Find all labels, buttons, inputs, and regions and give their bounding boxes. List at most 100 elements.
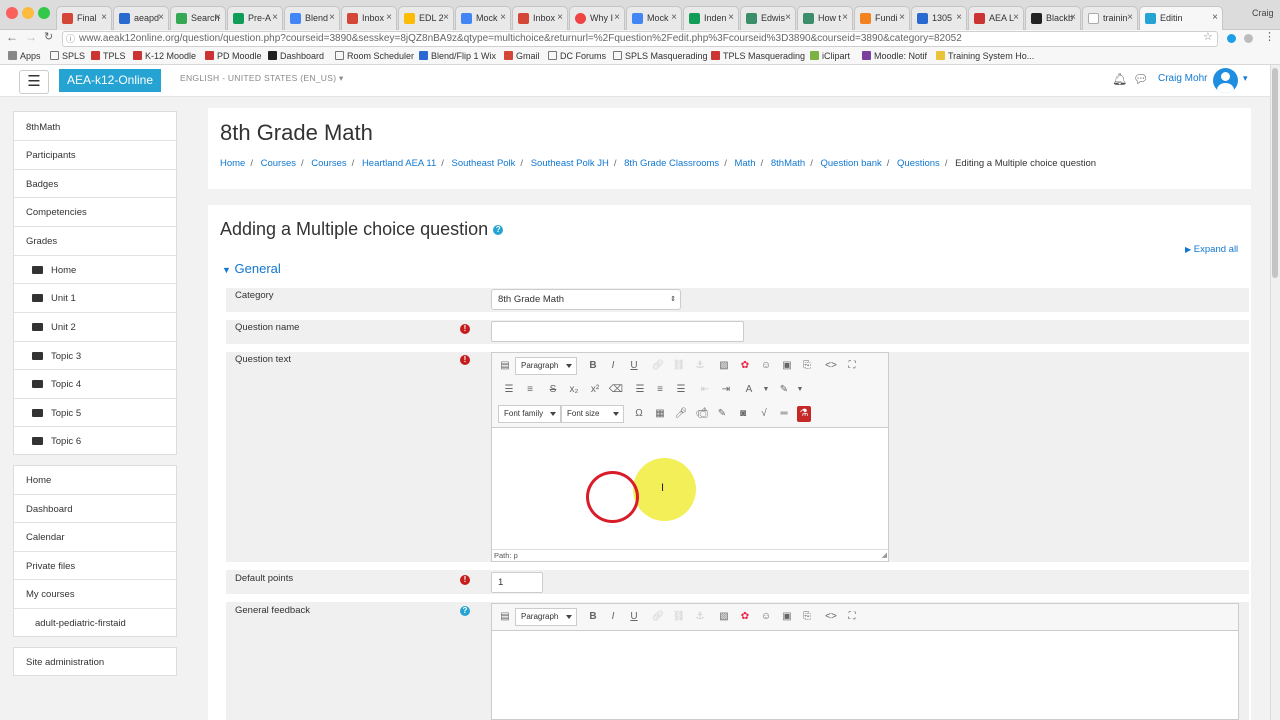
browser-tab[interactable]: Edwis × <box>740 6 796 30</box>
browser-tab[interactable]: EDL 2 × <box>398 6 454 30</box>
nav-section-home[interactable]: Home <box>32 265 76 276</box>
close-tab-icon[interactable]: × <box>215 12 221 23</box>
bookmark[interactable]: Moodle: Notif <box>862 48 927 64</box>
bookmark[interactable]: TPLS Masquerading <box>711 48 805 64</box>
italic-icon[interactable]: I <box>605 609 621 625</box>
browser-tab[interactable]: How t × <box>797 6 853 30</box>
browser-tab[interactable]: 1305 × <box>911 6 967 30</box>
table-icon[interactable]: ▦ <box>652 406 668 422</box>
close-tab-icon[interactable]: × <box>785 12 791 23</box>
browser-tab[interactable]: Inden × <box>683 6 739 30</box>
close-tab-icon[interactable]: × <box>329 12 335 23</box>
user-menu-name[interactable]: Craig Mohr <box>1158 73 1207 84</box>
close-tab-icon[interactable]: × <box>443 12 449 23</box>
close-tab-icon[interactable]: × <box>1013 12 1019 23</box>
bullet-list-icon[interactable]: ☰ <box>501 382 517 398</box>
browser-tab[interactable]: trainin × <box>1082 6 1138 30</box>
editor-content-area[interactable] <box>492 632 1238 720</box>
close-tab-icon[interactable]: × <box>728 12 734 23</box>
forward-arrow-icon[interactable]: → <box>25 30 37 44</box>
paragraph-format-select[interactable]: Paragraph <box>515 357 577 375</box>
breadcrumb-link[interactable]: Courses <box>261 158 296 169</box>
paragraph-format-select[interactable]: Paragraph <box>515 608 577 626</box>
breadcrumb-link[interactable]: Math <box>734 158 755 169</box>
section-toggle-general[interactable]: ▼ General <box>222 261 281 276</box>
nav-item-participants[interactable]: Participants <box>26 150 76 161</box>
emoticon-icon[interactable]: ☺ <box>758 358 774 374</box>
site-brand[interactable]: AEA-k12-Online <box>59 69 161 92</box>
numbered-list-icon[interactable]: ≡ <box>522 382 538 398</box>
background-color-icon[interactable]: ✎ <box>776 382 792 398</box>
bookmark[interactable]: Gmail <box>504 48 540 64</box>
browser-profile-name[interactable]: Craig <box>1252 8 1274 18</box>
nav-section-topic-5[interactable]: Topic 5 <box>32 408 81 419</box>
breadcrumb-link[interactable]: Southeast Polk <box>452 158 516 169</box>
close-tab-icon[interactable]: × <box>158 12 164 23</box>
superscript-icon[interactable]: x² <box>587 382 603 398</box>
browser-tab[interactable]: Fundi × <box>854 6 910 30</box>
breadcrumb-link[interactable]: Home <box>220 158 245 169</box>
browser-tab[interactable]: Mock × <box>455 6 511 30</box>
close-tab-icon[interactable]: × <box>500 12 506 23</box>
anchor-icon[interactable]: ⚓︎ <box>692 358 708 374</box>
browser-tab[interactable]: Mock × <box>626 6 682 30</box>
equation-icon[interactable]: √ <box>756 406 772 422</box>
link-icon[interactable]: 🔗︎ <box>650 609 666 625</box>
info-icon[interactable]: ⓘ <box>66 32 75 46</box>
bookmark[interactable]: Dashboard <box>268 48 324 64</box>
caret-down-icon[interactable]: ▼ <box>792 382 808 398</box>
close-tab-icon[interactable]: × <box>272 12 278 23</box>
nav-item-home[interactable]: Home <box>26 475 51 486</box>
bookmark[interactable]: SPLS Masquerading <box>613 48 708 64</box>
browser-menu-icon[interactable]: ⋮ <box>1264 30 1275 43</box>
microphone-icon[interactable]: 🎤︎ <box>673 406 689 422</box>
manage-files-icon[interactable]: ▣ <box>779 358 795 374</box>
nav-section-topic-3[interactable]: Topic 3 <box>32 351 81 362</box>
extension-icon[interactable] <box>1227 34 1236 43</box>
subscript-icon[interactable]: x₂ <box>566 382 582 398</box>
close-tab-icon[interactable]: × <box>671 12 677 23</box>
help-icon[interactable]: ? <box>493 225 504 236</box>
browser-tab-active[interactable]: Editin × <box>1139 6 1223 30</box>
nav-item-competencies[interactable]: Competencies <box>26 207 87 218</box>
back-arrow-icon[interactable]: ← <box>6 30 18 44</box>
browser-tab[interactable]: AEA L × <box>968 6 1024 30</box>
unlink-icon[interactable]: ⛓︎ <box>671 609 687 625</box>
video-camera-icon[interactable]: 📹︎ <box>694 406 710 422</box>
category-select[interactable]: 8th Grade Math ⇕ <box>491 289 681 310</box>
question-name-input[interactable] <box>491 321 744 342</box>
close-tab-icon[interactable]: × <box>1127 12 1133 23</box>
url-field[interactable]: ⓘ www.aeak12online.org/question/question… <box>62 31 1218 47</box>
close-window-icon[interactable] <box>6 7 18 19</box>
browser-tab[interactable]: Search × <box>170 6 226 30</box>
browser-tab[interactable]: Final × <box>56 6 112 30</box>
underline-icon[interactable]: U <box>626 358 642 374</box>
toolbar-toggle-icon[interactable]: ▤ <box>497 609 513 625</box>
nav-item-course[interactable]: 8thMath <box>26 122 60 133</box>
bookmark[interactable]: Training System Ho... <box>936 48 1034 64</box>
outdent-icon[interactable]: ⇤ <box>697 382 713 398</box>
bookmark[interactable]: TPLS <box>91 48 126 64</box>
nav-item-calendar[interactable]: Calendar <box>26 532 65 543</box>
browser-tab[interactable]: Why I × <box>569 6 625 30</box>
link-icon[interactable]: 🔗︎ <box>650 358 666 374</box>
language-menu[interactable]: ENGLISH - UNITED STATES (EN_US) ▾ <box>180 73 344 84</box>
media-icon[interactable]: ✿ <box>737 358 753 374</box>
italic-icon[interactable]: I <box>605 358 621 374</box>
resize-handle-icon[interactable]: ◢ <box>882 550 887 561</box>
browser-tab[interactable]: Inbox × <box>341 6 397 30</box>
caret-down-icon[interactable]: ▾ <box>1243 73 1248 84</box>
nav-drawer-toggle[interactable]: ☰ <box>19 70 49 94</box>
chemistry-editor-icon[interactable]: ⚗ <box>797 406 811 422</box>
bookmark[interactable]: SPLS <box>50 48 85 64</box>
nav-item-my-courses[interactable]: My courses <box>26 589 75 600</box>
close-tab-icon[interactable]: × <box>899 12 905 23</box>
bell-icon[interactable]: 🔔︎ <box>1112 72 1127 86</box>
align-center-icon[interactable]: ≡ <box>652 382 668 398</box>
breadcrumb-link[interactable]: Questions <box>897 158 940 169</box>
nav-section-topic-6[interactable]: Topic 6 <box>32 436 81 447</box>
font-size-select[interactable]: Font size <box>561 405 624 423</box>
browser-tab[interactable]: Inbox × <box>512 6 568 30</box>
nav-section-unit-2[interactable]: Unit 2 <box>32 322 76 333</box>
bookmark-apps[interactable]: Apps <box>8 48 41 64</box>
